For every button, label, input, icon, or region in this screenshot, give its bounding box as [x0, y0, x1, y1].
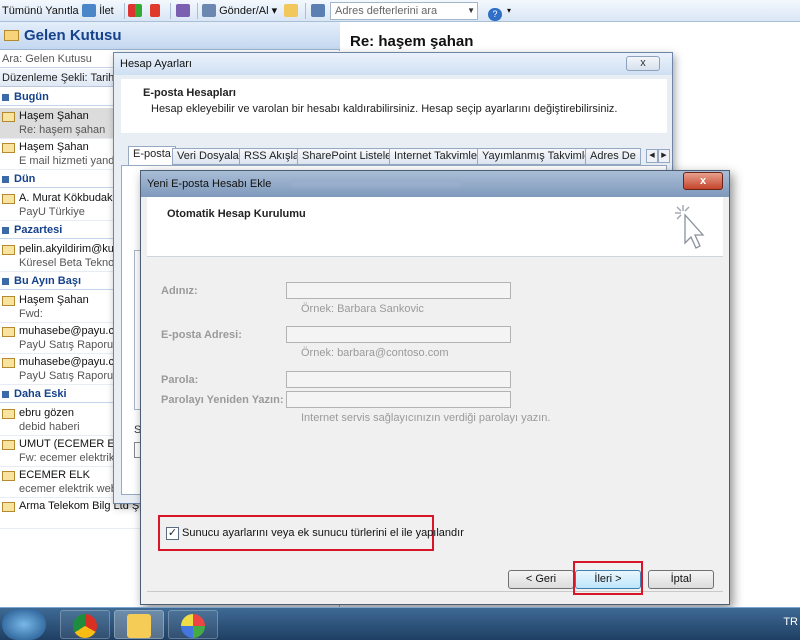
mail-subject: debid haberi	[19, 421, 80, 433]
envelope-icon	[2, 112, 15, 122]
mail-sender: Haşem Şahan	[19, 141, 89, 153]
toolbar: Tümünü Yanıtla İlet Gönder/Al ▾ Adres de…	[0, 0, 800, 22]
folder-icon[interactable]	[284, 3, 298, 19]
taskbar: TR	[0, 607, 800, 640]
categorize-icon[interactable]	[128, 3, 142, 19]
envelope-icon	[2, 327, 15, 337]
collapse-icon[interactable]	[2, 391, 9, 398]
collapse-icon[interactable]	[2, 278, 9, 285]
email-label: E-posta Adresi:	[161, 329, 242, 341]
collapse-icon[interactable]	[2, 227, 9, 234]
envelope-icon	[2, 358, 15, 368]
help-button[interactable]: ?	[488, 3, 502, 21]
send-receive-button[interactable]: Gönder/Al ▾	[202, 3, 277, 19]
cancel-button[interactable]: İptal	[648, 570, 714, 589]
password-input[interactable]	[286, 371, 511, 388]
mail-subject: Re: haşem şahan	[19, 124, 106, 136]
new-account-header: Otomatik Hesap Kurulumu	[147, 197, 723, 257]
account-settings-header-title: E-posta Hesapları	[143, 87, 236, 99]
flag-icon[interactable]	[150, 3, 160, 19]
start-button[interactable]	[2, 609, 46, 640]
manual-config-checkbox[interactable]: ✓	[166, 527, 179, 540]
name-input[interactable]	[286, 282, 511, 299]
inbox-icon	[4, 30, 19, 41]
address-book-icon[interactable]	[311, 3, 325, 19]
tab-scroll-left-button[interactable]: ◀	[646, 149, 658, 163]
paint-icon	[181, 614, 205, 638]
password-retype-label: Parolayı Yeniden Yazın:	[161, 394, 284, 406]
name-label: Adınız:	[161, 285, 198, 297]
envelope-icon	[2, 409, 15, 419]
password-hint: Internet servis sağlayıcınızın verdiği p…	[301, 412, 551, 424]
mail-subject: PayU Türkiye	[19, 206, 85, 218]
account-settings-header: E-posta Hesapları Hesap ekleyebilir ve v…	[121, 79, 667, 133]
tab-yay-mlanm-takvimler[interactable]: Yayımlanmış Takvimler	[477, 148, 600, 165]
account-settings-header-desc: Hesap ekleyebilir ve varolan bir hesabı …	[151, 103, 618, 115]
toolbar-options-icon[interactable]: ▾	[507, 3, 511, 19]
mail-sender: Haşem Şahan	[19, 110, 89, 122]
mail-subject: E mail hizmeti yander	[19, 155, 125, 167]
mail-subject: Küresel Beta Teknolo	[19, 257, 123, 269]
tab-sharepoint-listeleri[interactable]: SharePoint Listeleri	[297, 148, 403, 165]
tab-internet-takvimleri[interactable]: Internet Takvimleri	[389, 148, 489, 165]
mail-sender: Haşem Şahan	[19, 294, 89, 306]
password-label: Parola:	[161, 374, 199, 386]
reading-pane-subject: Re: haşem şahan	[350, 33, 474, 50]
forward-icon	[82, 4, 96, 17]
cursor-sparkle-icon	[675, 205, 705, 249]
taskbar-chrome-button[interactable]	[60, 610, 110, 639]
new-account-dialog: Yeni E-posta Hesabı Ekle x Otomatik Hesa…	[140, 170, 730, 605]
mail-sender: ECEMER ELK	[19, 469, 90, 481]
help-icon: ?	[488, 8, 502, 21]
taskbar-outlook-button[interactable]	[114, 610, 164, 639]
email-hint: Örnek: barbara@contoso.com	[301, 347, 449, 359]
account-settings-close-button[interactable]: x	[626, 56, 660, 71]
tray-language[interactable]: TR	[783, 616, 798, 628]
tab-adres-de[interactable]: Adres De	[585, 148, 641, 165]
envelope-icon	[2, 245, 15, 255]
collapse-icon[interactable]	[2, 94, 9, 101]
envelope-icon	[2, 194, 15, 204]
mail-sender: ebru gözen	[19, 407, 75, 419]
auto-setup-title: Otomatik Hesap Kurulumu	[167, 208, 306, 220]
taskbar-paint-button[interactable]	[168, 610, 218, 639]
back-button[interactable]: < Geri	[508, 570, 574, 589]
envelope-icon	[2, 296, 15, 306]
name-hint: Örnek: Barbara Sankovic	[301, 303, 424, 315]
manual-config-label[interactable]: Sunucu ayarlarını veya ek sunucu türleri…	[182, 527, 464, 539]
tab-scroll-right-button[interactable]: ▶	[658, 149, 670, 163]
manual-config-highlight: ✓ Sunucu ayarlarını veya ek sunucu türle…	[158, 515, 464, 551]
folder-header: Gelen Kutusu	[0, 22, 340, 50]
new-account-close-button[interactable]: x	[683, 172, 723, 190]
reply-all-button[interactable]: Tümünü Yanıtla	[2, 3, 79, 19]
email-input[interactable]	[286, 326, 511, 343]
tab-e-posta[interactable]: E-posta	[128, 146, 176, 166]
envelope-icon	[2, 502, 15, 512]
forward-button[interactable]: İlet	[82, 3, 114, 19]
next-button[interactable]: İleri >	[575, 570, 641, 589]
password-retype-input[interactable]	[286, 391, 511, 408]
send-receive-icon	[202, 4, 216, 17]
mail-sender: muhasebe@payu.co	[19, 356, 121, 368]
new-account-titlebar[interactable]: Yeni E-posta Hesabı Ekle	[141, 171, 729, 197]
rules-icon[interactable]	[176, 3, 190, 19]
mail-sender: A. Murat Kökbudak	[19, 192, 113, 204]
address-search-input[interactable]: Adres defterlerini ara ▼	[330, 2, 478, 20]
mail-sender: pelin.akyildirim@kur	[19, 243, 118, 255]
envelope-icon	[2, 143, 15, 153]
mail-subject: Fwd:	[19, 308, 43, 320]
envelope-icon	[2, 471, 15, 481]
envelope-icon	[2, 440, 15, 450]
collapse-icon[interactable]	[2, 176, 9, 183]
outlook-icon	[127, 614, 151, 638]
account-settings-titlebar[interactable]: Hesap Ayarları	[114, 53, 672, 75]
mail-sender: muhasebe@payu.co	[19, 325, 121, 337]
chrome-icon	[73, 614, 97, 638]
